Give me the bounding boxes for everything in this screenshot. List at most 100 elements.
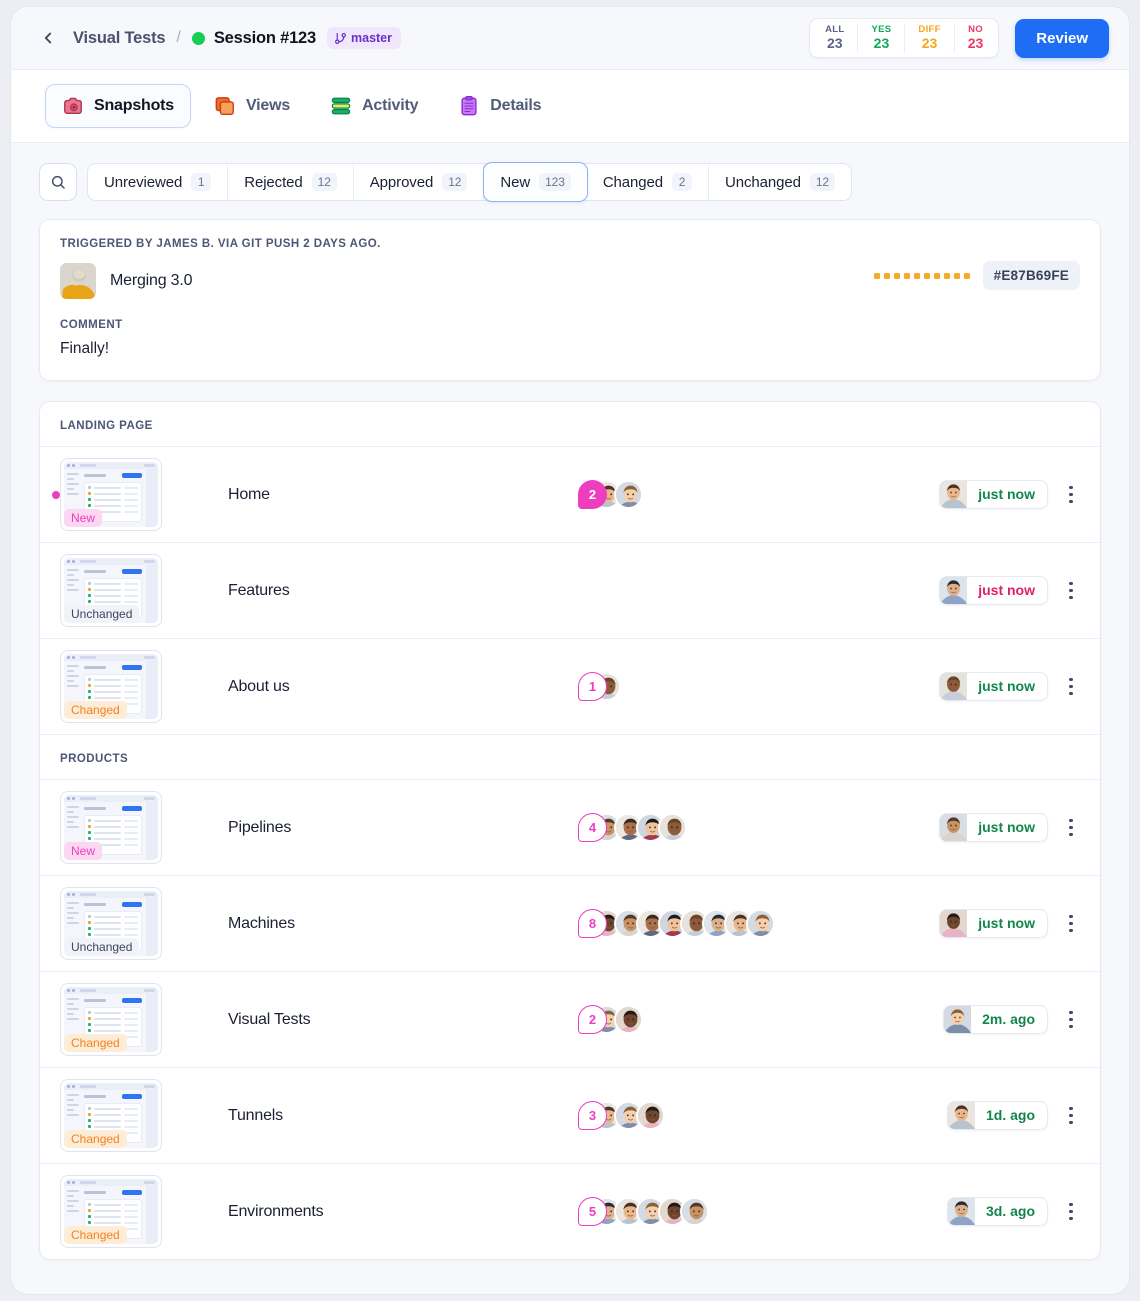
reviewer-avatars: 3 bbox=[578, 1101, 947, 1130]
timestamp-chip[interactable]: 1d. ago bbox=[946, 1101, 1048, 1130]
reviewer-count-badge: 2 bbox=[578, 1005, 607, 1034]
avatar bbox=[60, 263, 96, 299]
row-meta: just now bbox=[939, 909, 1080, 938]
tab-bar: Snapshots Views Activity Details bbox=[11, 69, 1129, 143]
avatar bbox=[940, 481, 968, 508]
avatar bbox=[940, 910, 968, 937]
timestamp-chip[interactable]: just now bbox=[939, 480, 1048, 509]
snapshot-name: Pipelines bbox=[228, 818, 292, 836]
tab-label: Details bbox=[490, 97, 542, 114]
group-header-landing-page: LANDING PAGE bbox=[40, 402, 1100, 447]
table-row[interactable]: Unchanged Features just now bbox=[40, 543, 1100, 639]
timestamp-chip[interactable]: just now bbox=[939, 672, 1048, 701]
status-counts: ALL 23 YES 23 DIFF 23 NO 23 bbox=[809, 18, 1000, 58]
avatar bbox=[680, 1197, 709, 1226]
filter-chip-new[interactable]: New 123 bbox=[483, 162, 588, 202]
tab-activity[interactable]: Activity bbox=[313, 84, 435, 128]
breadcrumb-parent[interactable]: Visual Tests bbox=[73, 29, 166, 48]
status-badge: Changed bbox=[64, 701, 127, 719]
table-row[interactable]: Changed Visual Tests 2 2m. ago bbox=[40, 972, 1100, 1068]
timestamp-label: 1d. ago bbox=[985, 1107, 1035, 1123]
snapshot-thumbnail[interactable]: Changed bbox=[60, 1175, 162, 1248]
table-row[interactable]: New Pipelines 4 just now bbox=[40, 780, 1100, 876]
kebab-menu-icon[interactable] bbox=[1062, 485, 1080, 504]
avatar bbox=[636, 1101, 665, 1130]
filter-chip-unreviewed[interactable]: Unreviewed 1 bbox=[88, 164, 229, 200]
row-meta: just now bbox=[939, 813, 1080, 842]
snapshot-thumbnail[interactable]: Unchanged bbox=[60, 887, 162, 960]
tab-snapshots[interactable]: Snapshots bbox=[45, 84, 191, 128]
count-no: NO 23 bbox=[967, 24, 984, 52]
kebab-menu-icon[interactable] bbox=[1062, 677, 1080, 696]
snapshot-thumbnail[interactable]: Changed bbox=[60, 983, 162, 1056]
kebab-menu-icon[interactable] bbox=[1062, 1010, 1080, 1029]
chip-count: 12 bbox=[311, 173, 337, 191]
unread-indicator-dot bbox=[52, 490, 60, 499]
snapshot-thumbnail[interactable]: Unchanged bbox=[60, 554, 162, 627]
timestamp-label: just now bbox=[978, 486, 1035, 502]
tab-label: Snapshots bbox=[94, 97, 174, 114]
avatar bbox=[944, 1006, 972, 1033]
avatar bbox=[614, 480, 643, 509]
chip-label: Unchanged bbox=[725, 173, 801, 191]
timestamp-chip[interactable]: just now bbox=[939, 909, 1048, 938]
branch-label: master bbox=[351, 31, 392, 45]
group-rows-landing-page: New Home 2 just now Unchanged Features just no… bbox=[40, 447, 1100, 734]
table-row[interactable]: New Home 2 just now bbox=[40, 447, 1100, 543]
snapshot-thumbnail[interactable]: Changed bbox=[60, 650, 162, 723]
snapshot-name: Tunnels bbox=[228, 1106, 283, 1124]
comment-text: Finally! bbox=[60, 340, 110, 357]
reviewer-count-badge: 4 bbox=[578, 813, 607, 842]
timestamp-chip[interactable]: just now bbox=[939, 576, 1048, 605]
table-row[interactable]: Unchanged Machines 8 just now bbox=[40, 876, 1100, 972]
timestamp-chip[interactable]: 2m. ago bbox=[943, 1005, 1048, 1034]
search-button[interactable] bbox=[39, 163, 77, 201]
tab-details[interactable]: Details bbox=[441, 84, 558, 128]
reviewer-avatars: 5 bbox=[578, 1197, 947, 1226]
chip-count: 12 bbox=[809, 173, 835, 191]
status-badge: Changed bbox=[64, 1034, 127, 1052]
progress-dots-icon bbox=[873, 272, 970, 279]
status-badge: Unchanged bbox=[64, 605, 140, 623]
count-diff: DIFF 23 bbox=[905, 23, 955, 53]
layers-icon bbox=[331, 97, 351, 115]
chip-label: Approved bbox=[369, 173, 434, 191]
tab-views[interactable]: Views bbox=[197, 84, 307, 128]
table-row[interactable]: Changed About us 1 just now bbox=[40, 639, 1100, 734]
status-badge: Unchanged bbox=[64, 938, 140, 956]
chip-count: 123 bbox=[539, 173, 571, 191]
chip-label: Rejected bbox=[244, 173, 303, 191]
table-row[interactable]: Changed Tunnels 3 1d. ago bbox=[40, 1068, 1100, 1164]
filter-chip-changed[interactable]: Changed 2 bbox=[586, 164, 709, 200]
snapshot-thumbnail[interactable]: New bbox=[60, 458, 162, 531]
commit-hash[interactable]: #E87B69FE bbox=[982, 261, 1080, 290]
filter-chip-unchanged[interactable]: Unchanged 12 bbox=[709, 164, 851, 200]
branch-badge[interactable]: master bbox=[327, 27, 401, 49]
page-header: Visual Tests / Session #123 master ALL 2… bbox=[11, 7, 1129, 69]
timestamp-label: just now bbox=[978, 915, 1035, 931]
comment-label: COMMENT bbox=[60, 319, 123, 331]
filter-chip-approved[interactable]: Approved 12 bbox=[353, 164, 485, 200]
table-row[interactable]: Changed Environments 5 3d. ago bbox=[40, 1164, 1100, 1259]
kebab-menu-icon[interactable] bbox=[1062, 1202, 1080, 1221]
tab-label: Views bbox=[246, 97, 291, 114]
reviewer-avatars: 8 bbox=[578, 909, 939, 938]
kebab-menu-icon[interactable] bbox=[1062, 914, 1080, 933]
review-button[interactable]: Review bbox=[1015, 18, 1109, 58]
snapshot-thumbnail[interactable]: New bbox=[60, 791, 162, 864]
avatar bbox=[940, 814, 968, 841]
filter-chip-group: Unreviewed 1 Rejected 12 Approved 12 New… bbox=[87, 162, 852, 202]
kebab-menu-icon[interactable] bbox=[1062, 581, 1080, 600]
timestamp-chip[interactable]: 3d. ago bbox=[946, 1197, 1048, 1226]
commit-area: #E87B69FE bbox=[873, 261, 1080, 290]
breadcrumb-separator: / bbox=[176, 29, 181, 46]
reviewer-avatars: 2 bbox=[578, 1005, 943, 1034]
kebab-menu-icon[interactable] bbox=[1062, 818, 1080, 837]
timestamp-chip[interactable]: just now bbox=[939, 813, 1048, 842]
reviewer-count-badge: 3 bbox=[578, 1101, 607, 1130]
kebab-menu-icon[interactable] bbox=[1062, 1106, 1080, 1125]
filter-chip-rejected[interactable]: Rejected 12 bbox=[228, 164, 354, 200]
chevron-left-icon[interactable] bbox=[37, 27, 59, 49]
snapshot-thumbnail[interactable]: Changed bbox=[60, 1079, 162, 1152]
reviewer-count-badge: 5 bbox=[578, 1197, 607, 1226]
